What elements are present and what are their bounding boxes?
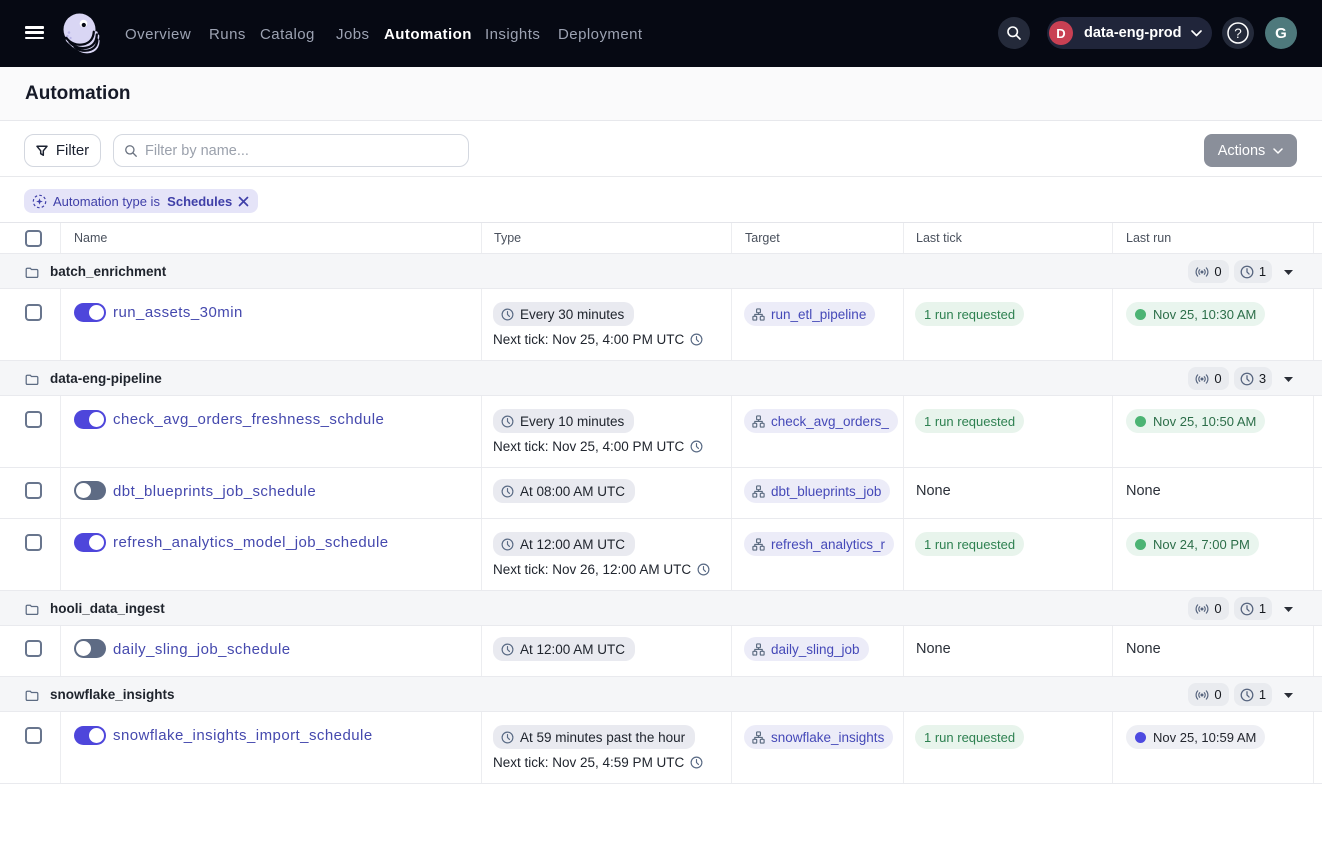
svg-text:?: ?: [1234, 26, 1242, 41]
